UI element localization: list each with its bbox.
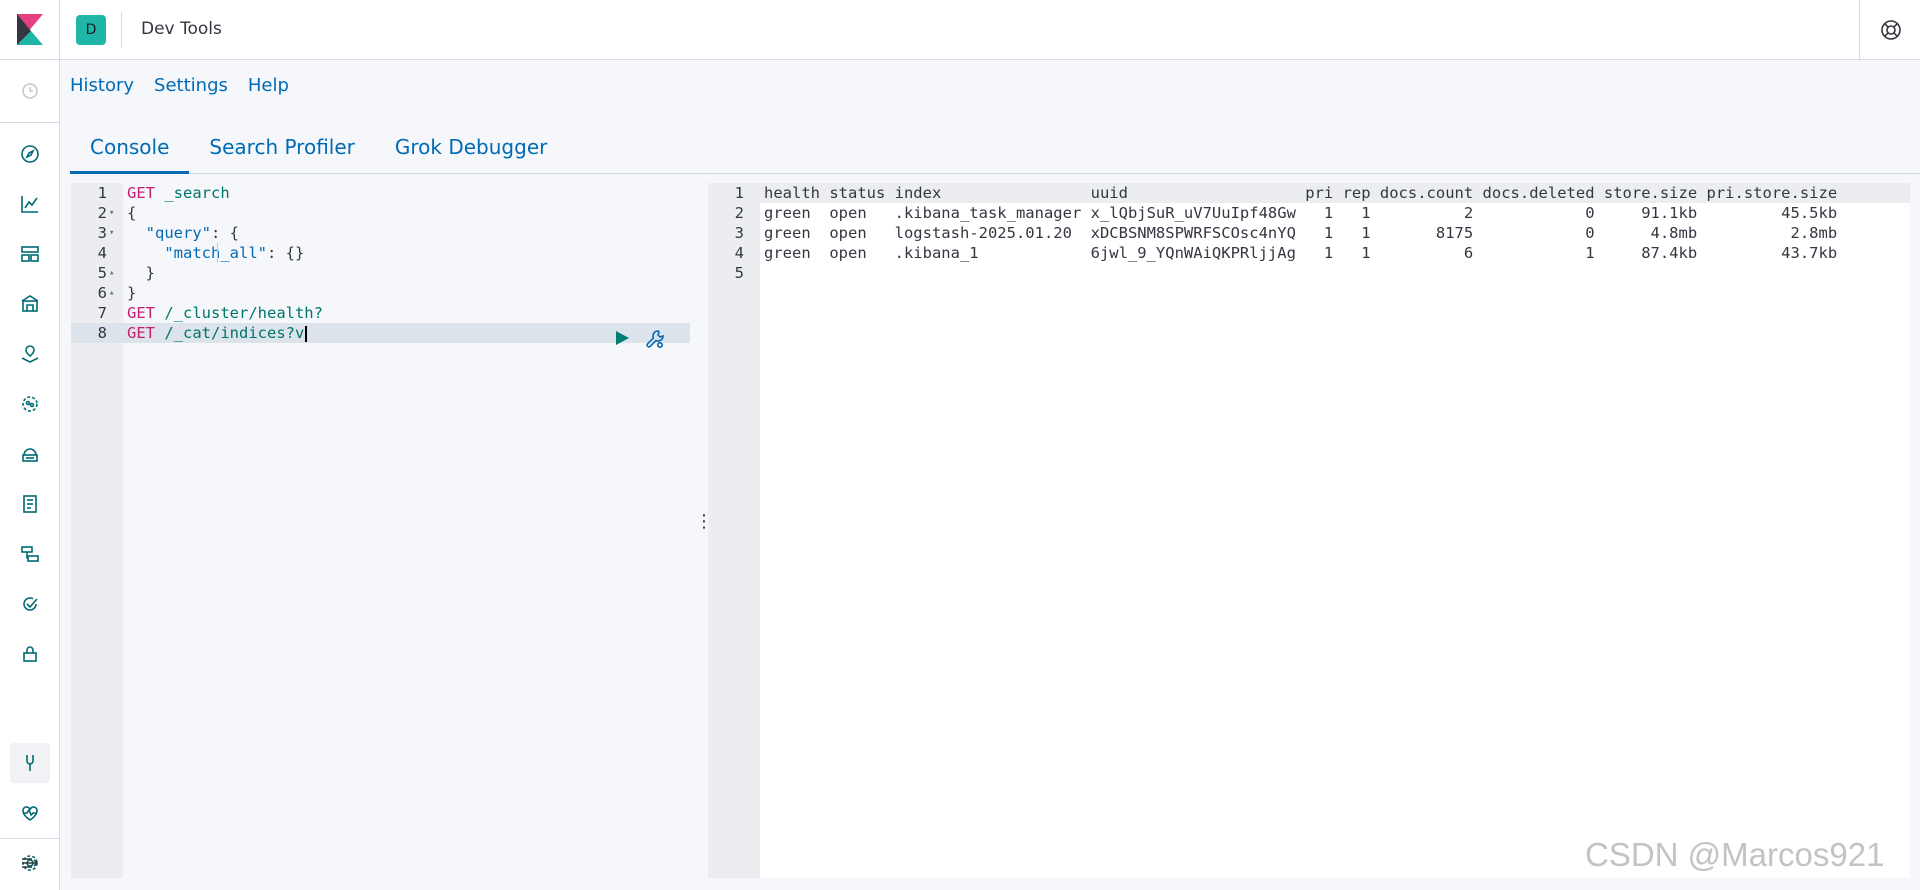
editor-line[interactable]: 4 "match_all": {} <box>71 243 690 263</box>
page-title: Dev Tools <box>141 19 222 39</box>
infra-icon[interactable] <box>16 440 44 468</box>
output-row: green open logstash-2025.01.20 xDCBSNM8S… <box>764 224 1838 242</box>
fold-arrow-icon[interactable]: ▾ <box>109 223 114 243</box>
tab-bar: Console Search Profiler Grok Debugger <box>70 122 1920 174</box>
text-cursor <box>305 325 307 342</box>
editor-line-active[interactable]: 8 GET /_cat/indices?v <box>71 323 690 343</box>
line-code: "match_all": {} <box>127 243 304 263</box>
console-editor[interactable]: 1 GET _search 2 ▾ { 3 ▾ "query": { 4 "ma… <box>71 183 690 878</box>
console-output[interactable]: 1 health status index uuid pri rep docs.… <box>708 183 1910 878</box>
chart-icon[interactable] <box>16 190 44 218</box>
top-header: D Dev Tools <box>0 0 1920 60</box>
output-header-row: health status index uuid pri rep docs.co… <box>764 184 1838 202</box>
wrench-icon[interactable] <box>644 328 666 350</box>
indent-guide <box>217 243 218 263</box>
line-code: "query": { <box>127 223 239 243</box>
nav-divider-bottom <box>0 838 60 839</box>
send-request-icon[interactable] <box>612 328 632 348</box>
logo-container[interactable] <box>0 0 60 60</box>
header-divider-right <box>1859 0 1860 60</box>
line-code: } <box>127 284 137 302</box>
header-divider <box>121 12 122 48</box>
output-line: 3 green open logstash-2025.01.20 xDCBSNM… <box>708 223 1910 243</box>
line-number: 2 <box>734 204 744 222</box>
line-number: 3 <box>734 224 744 242</box>
kibana-logo-icon[interactable] <box>17 14 43 45</box>
line-number: 5 <box>97 264 107 282</box>
request-path: /_cluster/health? <box>155 304 323 322</box>
request-method: GET <box>127 184 155 202</box>
dashboard-icon[interactable] <box>16 240 44 268</box>
line-number: 5 <box>734 264 744 282</box>
output-line: 5 <box>708 263 1910 283</box>
output-line: 1 health status index uuid pri rep docs.… <box>708 183 1910 203</box>
history-link[interactable]: History <box>70 75 134 96</box>
fold-arrow-icon[interactable]: ▴ <box>109 283 114 303</box>
line-code: GET /_cat/indices?v <box>127 323 307 343</box>
fold-arrow-icon[interactable]: ▴ <box>109 263 114 283</box>
line-code: GET /_cluster/health? <box>127 303 323 323</box>
json-key: "query" <box>145 224 211 242</box>
tab-grok-debugger[interactable]: Grok Debugger <box>375 122 567 173</box>
request-path: _search <box>155 184 230 202</box>
request-path: /_cat/indices?v <box>155 324 305 342</box>
help-link[interactable]: Help <box>248 75 289 96</box>
output-row: green open .kibana_task_manager x_lQbjSu… <box>764 204 1838 222</box>
output-row: green open .kibana_1 6jwl_9_YQnWAiQKPRlj… <box>764 244 1838 262</box>
line-code: GET _search <box>127 183 230 203</box>
collapse-icon[interactable] <box>16 849 44 877</box>
line-code: { <box>127 204 137 222</box>
tab-console[interactable]: Console <box>70 122 190 174</box>
editor-line[interactable]: 6 ▴ } <box>71 283 690 303</box>
monitoring-icon[interactable] <box>16 799 44 827</box>
json-punct: : { <box>211 224 239 242</box>
uptime-icon[interactable] <box>16 590 44 618</box>
json-key: "match_all" <box>164 244 267 262</box>
editor-line[interactable]: 2 ▾ { <box>71 203 690 223</box>
line-number: 7 <box>97 304 107 322</box>
output-gutter <box>708 183 760 878</box>
editor-line[interactable]: 7 GET /_cluster/health? <box>71 303 690 323</box>
watermark-text: CSDN @Marcos921 <box>1585 836 1885 873</box>
side-nav <box>0 60 60 890</box>
settings-link[interactable]: Settings <box>154 75 228 96</box>
line-code: } <box>127 264 155 282</box>
fold-arrow-icon[interactable]: ▾ <box>109 203 114 223</box>
ml-icon[interactable] <box>16 390 44 418</box>
request-method: GET <box>127 324 155 342</box>
output-line: 2 green open .kibana_task_manager x_lQbj… <box>708 203 1910 223</box>
canvas-icon[interactable] <box>16 290 44 318</box>
space-avatar[interactable]: D <box>76 15 106 45</box>
json-punct: : {} <box>266 244 305 262</box>
apm-icon[interactable] <box>16 540 44 568</box>
line-number: 8 <box>97 324 107 342</box>
line-number: 3 <box>97 224 107 242</box>
editor-line[interactable]: 3 ▾ "query": { <box>71 223 690 243</box>
siem-icon[interactable] <box>16 640 44 668</box>
nav-divider <box>0 122 60 123</box>
tab-search-profiler[interactable]: Search Profiler <box>189 122 374 173</box>
pane-resizer-handle[interactable]: ⋮ <box>695 513 713 542</box>
editor-line[interactable]: 1 GET _search <box>71 183 690 203</box>
clock-icon[interactable] <box>16 77 44 105</box>
compass-icon[interactable] <box>16 140 44 168</box>
devtools-icon[interactable] <box>16 749 44 777</box>
line-number: 4 <box>734 244 744 262</box>
line-number: 1 <box>97 184 107 202</box>
maps-icon[interactable] <box>16 340 44 368</box>
line-number: 2 <box>97 204 107 222</box>
line-number: 1 <box>734 184 744 202</box>
top-menu: History Settings Help <box>70 75 289 96</box>
line-number: 6 <box>97 284 107 302</box>
help-icon[interactable] <box>1879 18 1903 42</box>
output-line: 4 green open .kibana_1 6jwl_9_YQnWAiQKPR… <box>708 243 1910 263</box>
logs-icon[interactable] <box>16 490 44 518</box>
editor-line[interactable]: 5 ▴ } <box>71 263 690 283</box>
request-method: GET <box>127 304 155 322</box>
line-number: 4 <box>97 244 107 262</box>
